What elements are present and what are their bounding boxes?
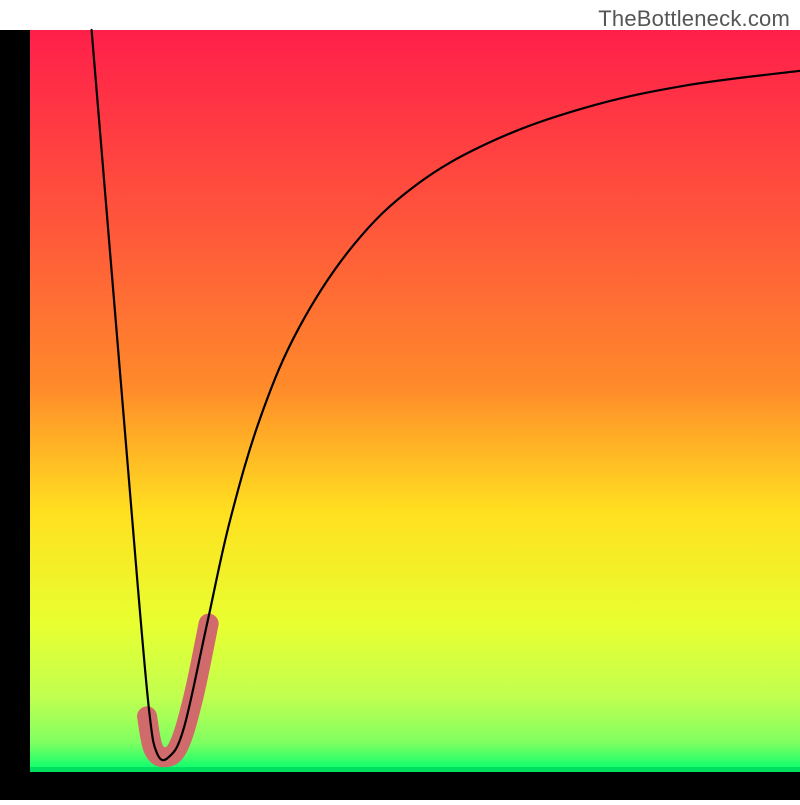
chart-container: TheBottleneck.com (0, 0, 800, 800)
axis-left (0, 30, 30, 800)
baseline-green (30, 767, 800, 772)
bottleneck-chart (0, 0, 800, 800)
plot-background (30, 30, 800, 772)
axis-bottom (0, 772, 800, 800)
watermark-text: TheBottleneck.com (598, 6, 790, 32)
